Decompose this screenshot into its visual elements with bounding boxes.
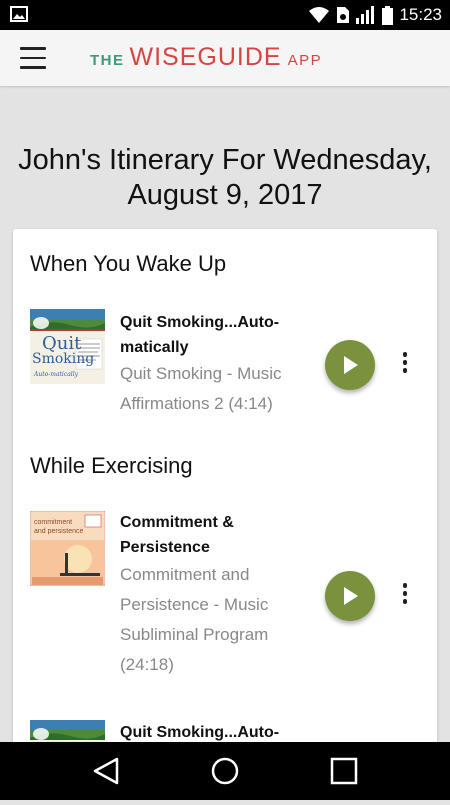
track-subtitle-line: Quit Smoking - Music [120, 364, 282, 383]
home-icon[interactable] [195, 742, 255, 800]
navigation-bar [0, 742, 450, 800]
track-subtitle: Quit Smoking - Music Affirmations 2 (4:1… [120, 359, 300, 419]
logo-wise: WISE [129, 43, 198, 71]
logo-guide: GUIDE [197, 43, 282, 71]
app-logo: THE WISE GUIDE APP [90, 43, 322, 73]
cover-text-persistence: and persistence [34, 528, 84, 535]
play-icon [344, 356, 358, 374]
track-title-line: Commitment & [120, 514, 234, 531]
track-title-line: Persistence [120, 539, 210, 556]
play-button[interactable] [325, 340, 375, 390]
cover-text-script: Auto-matically [34, 371, 79, 378]
album-cover-quit-smoking[interactable]: Quit Smoking Auto-matically [30, 309, 105, 384]
recents-icon[interactable] [314, 742, 374, 800]
gallery-icon [10, 6, 28, 22]
section-title: When You Wake Up [30, 251, 227, 276]
track-subtitle: Commitment and Persistence - Music Subli… [120, 560, 300, 680]
track-title-line: Quit Smoking...Auto- [120, 314, 280, 331]
track-subtitle-line: Persistence - Music [120, 595, 269, 614]
play-button[interactable] [325, 571, 375, 621]
signal-icon [356, 6, 375, 24]
app-bar: THE WISE GUIDE APP [0, 30, 450, 86]
track-title[interactable]: Commitment & Persistence [120, 510, 300, 560]
track-subtitle-line: (24:18) [120, 655, 174, 674]
play-icon [344, 587, 358, 605]
itinerary-card: When You Wake Up Quit Smoking Auto-matic… [13, 229, 437, 795]
track-title[interactable]: Quit Smoking...Auto- matically [120, 310, 300, 360]
logo-app: APP [287, 52, 323, 69]
cover-text-commitment: commitment [34, 519, 73, 526]
cover-text-smoking: Smoking [32, 351, 95, 367]
track-subtitle-line: Commitment and [120, 565, 250, 584]
status-time: 15:23 [399, 5, 442, 24]
sim-card-icon [337, 7, 350, 23]
menu-icon[interactable] [20, 47, 46, 69]
back-icon[interactable] [76, 742, 136, 800]
wifi-icon [309, 7, 330, 23]
page-title: John's Itinerary For Wednesday, August 9… [0, 143, 450, 213]
track-title-line: Quit Smoking...Auto- [120, 724, 280, 741]
logo-the: THE [90, 52, 125, 69]
status-bar: 15:23 [0, 0, 450, 30]
track-subtitle-line: Affirmations 2 (4:14) [120, 394, 273, 413]
album-cover-commitment[interactable]: commitment and persistence [30, 511, 105, 586]
track-title-line: matically [120, 339, 189, 356]
page-title-line2: August 9, 2017 [127, 179, 323, 211]
track-subtitle-line: Subliminal Program [120, 625, 269, 644]
section-title: While Exercising [30, 453, 193, 478]
more-options-icon[interactable] [395, 352, 415, 378]
more-options-icon[interactable] [395, 583, 415, 609]
page-title-line1: John's Itinerary For Wednesday, [18, 144, 432, 176]
battery-icon [382, 5, 394, 25]
